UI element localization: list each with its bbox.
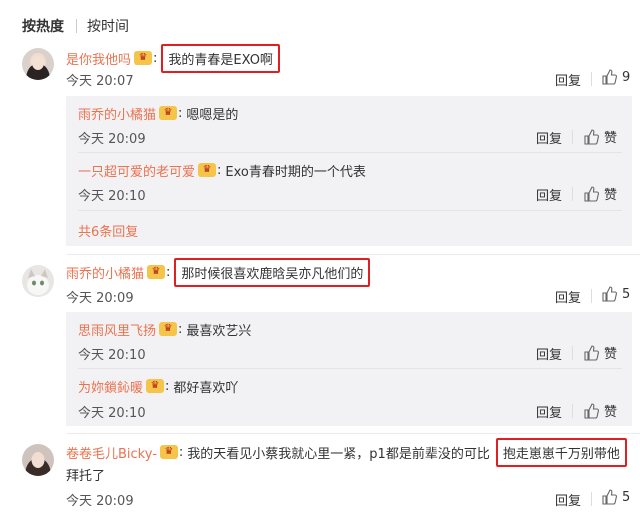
like-button[interactable]: 赞 <box>583 127 617 146</box>
like-count: 9 <box>622 69 631 85</box>
avatar[interactable] <box>22 48 54 80</box>
username[interactable]: 雨乔的小橘猫 <box>78 104 156 123</box>
like-button[interactable]: 9 <box>601 69 630 85</box>
vip-badge-icon: ♛ <box>159 322 178 336</box>
reply-divider <box>78 152 622 153</box>
reply-text: 都好喜欢吖 <box>173 380 239 396</box>
action-divider <box>572 404 573 418</box>
like-label: 赞 <box>604 131 618 146</box>
username[interactable]: 雨乔的小橘猫 <box>66 263 144 282</box>
vip-badge-icon: ♛ <box>134 51 153 65</box>
reply-button[interactable]: 回复 <box>536 128 562 147</box>
comment-divider <box>66 254 640 255</box>
comment-text: 我的青春是EXO啊 <box>161 43 280 73</box>
action-divider <box>572 130 573 144</box>
comment-text: 那时候很喜欢鹿晗吴亦凡他们的 <box>174 257 371 287</box>
reply-button[interactable]: 回复 <box>536 344 562 363</box>
vip-badge-icon: ♛ <box>146 379 165 393</box>
comment-time: 今天 20:07 <box>66 74 134 89</box>
reply-time: 今天 20:09 <box>78 132 146 147</box>
sort-bar: 按热度 按时间 <box>22 16 129 36</box>
action-divider <box>591 492 592 506</box>
like-count: 5 <box>622 286 631 302</box>
sort-divider <box>76 19 77 33</box>
action-divider <box>591 289 592 303</box>
reply-button[interactable]: 回复 <box>536 185 562 204</box>
comment-text-continued: 拜托了 <box>66 469 106 484</box>
reply-button[interactable]: 回复 <box>555 287 581 306</box>
comment-time: 今天 20:09 <box>66 291 134 306</box>
thumbs-up-icon <box>584 185 599 202</box>
username[interactable]: 思雨风里飞扬 <box>78 320 156 339</box>
comment-text: 我的天看见小蔡我就心里一紧，p1都是前辈没的可比 <box>187 446 490 462</box>
thumbs-up-icon <box>602 69 617 85</box>
like-label: 赞 <box>604 347 618 362</box>
username[interactable]: 为妳鎖鈊暖 <box>78 377 143 396</box>
comment-divider <box>66 433 640 434</box>
reply-text: 最喜欢艺兴 <box>186 323 252 339</box>
sort-by-hot[interactable]: 按热度 <box>22 16 64 36</box>
reply-button[interactable]: 回复 <box>536 402 562 421</box>
reply-button[interactable]: 回复 <box>555 70 581 89</box>
vip-badge-icon: ♛ <box>159 445 178 459</box>
thumbs-up-icon <box>584 344 599 361</box>
reply-divider <box>78 368 622 369</box>
action-divider <box>591 72 592 86</box>
reply-divider <box>78 210 622 211</box>
reply-time: 今天 20:10 <box>78 406 146 421</box>
vip-badge-icon: ♛ <box>159 106 178 120</box>
thumbs-up-icon <box>584 128 599 145</box>
reply-text: 嗯嗯是的 <box>186 107 239 123</box>
sort-by-time[interactable]: 按时间 <box>87 16 129 36</box>
comment-time: 今天 20:09 <box>66 494 134 509</box>
thumbs-up-icon <box>602 286 617 302</box>
reply-time: 今天 20:10 <box>78 189 146 204</box>
username[interactable]: 卷卷毛儿Bicky- <box>66 443 157 462</box>
vip-badge-icon: ♛ <box>147 265 166 279</box>
view-more-replies-link[interactable]: 共6条回复 <box>78 221 138 240</box>
avatar[interactable] <box>22 265 54 297</box>
like-button[interactable]: 5 <box>601 286 630 302</box>
thumbs-up-icon <box>602 489 617 505</box>
username[interactable]: 一只超可爱的老可爱 <box>78 161 195 180</box>
like-count: 5 <box>622 489 631 505</box>
like-label: 赞 <box>604 405 618 420</box>
reply-time: 今天 20:10 <box>78 348 146 363</box>
avatar[interactable] <box>22 444 54 476</box>
reply-text: Exo青春时期的一个代表 <box>225 164 366 180</box>
comment-text-highlight: 抱走崽崽千万别带他 <box>495 437 627 467</box>
like-button[interactable]: 赞 <box>583 343 617 362</box>
vip-badge-icon: ♛ <box>198 163 217 177</box>
action-divider <box>572 346 573 360</box>
action-divider <box>572 187 573 201</box>
like-label: 赞 <box>604 188 618 203</box>
reply-button[interactable]: 回复 <box>555 490 581 509</box>
like-button[interactable]: 赞 <box>583 184 617 203</box>
like-button[interactable]: 5 <box>601 489 630 505</box>
username[interactable]: 是你我他吗 <box>66 49 131 68</box>
like-button[interactable]: 赞 <box>583 401 617 420</box>
thumbs-up-icon <box>584 402 599 419</box>
